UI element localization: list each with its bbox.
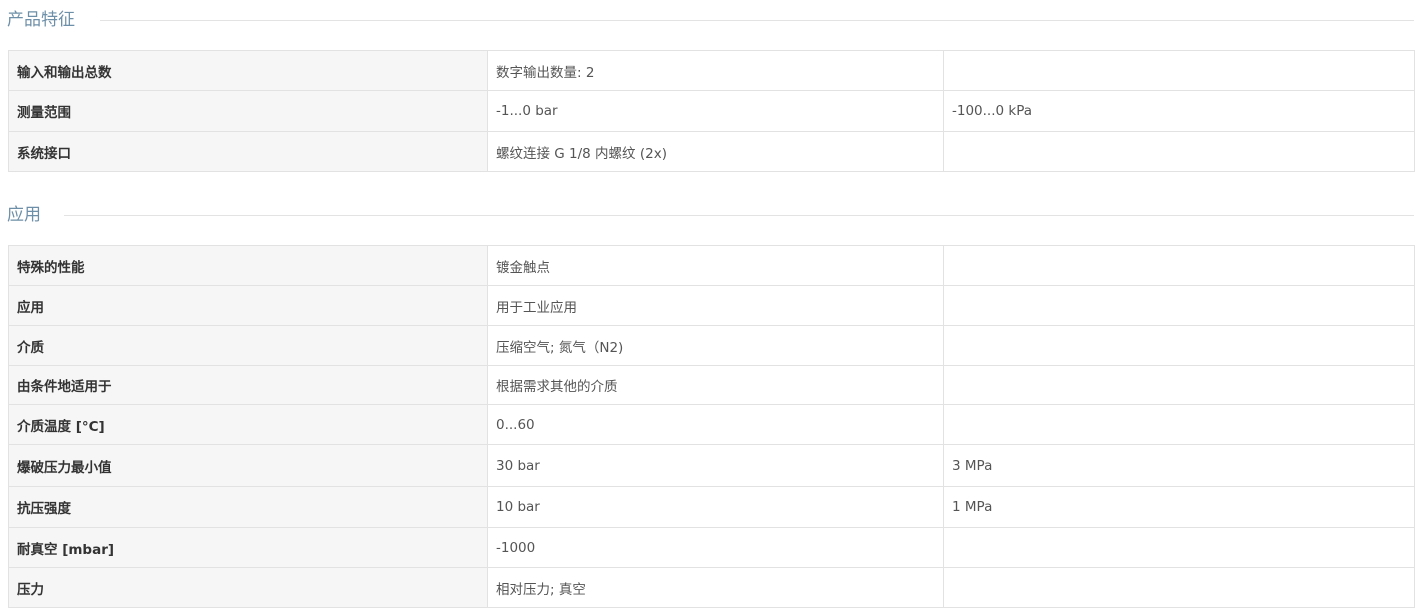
row-label: 压力	[8, 567, 488, 608]
table-row: 输入和输出总数 数字输出数量: 2	[8, 50, 1415, 91]
row-value: 10 bar	[487, 486, 944, 528]
row-label: 测量范围	[8, 90, 488, 132]
row-value-secondary	[943, 131, 1415, 172]
row-label: 耐真空 [mbar]	[8, 527, 488, 568]
spec-table-product-features: 输入和输出总数 数字输出数量: 2 测量范围 -1...0 bar -100..…	[8, 50, 1415, 172]
row-label: 系统接口	[8, 131, 488, 172]
table-row: 测量范围 -1...0 bar -100...0 kPa	[8, 90, 1415, 132]
row-value-secondary	[943, 365, 1415, 405]
table-row: 压力 相对压力; 真空	[8, 567, 1415, 608]
row-label: 特殊的性能	[8, 245, 488, 286]
row-value: 相对压力; 真空	[487, 567, 944, 608]
row-value-secondary	[943, 285, 1415, 326]
row-value: 30 bar	[487, 444, 944, 487]
table-row: 应用 用于工业应用	[8, 285, 1415, 326]
row-value: 根据需求其他的介质	[487, 365, 944, 405]
section-heading-product-features: 产品特征	[0, 6, 1420, 34]
row-value-secondary	[943, 325, 1415, 366]
row-value: 用于工业应用	[487, 285, 944, 326]
row-value: 压缩空气; 氮气（N2)	[487, 325, 944, 366]
row-value: 0...60	[487, 404, 944, 445]
row-value-secondary	[943, 50, 1415, 91]
row-label: 由条件地适用于	[8, 365, 488, 405]
row-label: 介质温度 [°C]	[8, 404, 488, 445]
table-row: 抗压强度 10 bar 1 MPa	[8, 486, 1415, 528]
row-value: 螺纹连接 G 1/8 内螺纹 (2x)	[487, 131, 944, 172]
row-label: 介质	[8, 325, 488, 366]
table-row: 特殊的性能 镀金触点	[8, 245, 1415, 286]
table-row: 耐真空 [mbar] -1000	[8, 527, 1415, 568]
row-label: 爆破压力最小值	[8, 444, 488, 487]
row-value: -1...0 bar	[487, 90, 944, 132]
row-value-secondary	[943, 245, 1415, 286]
section-heading-application: 应用	[0, 201, 1420, 229]
row-value-secondary: 1 MPa	[943, 486, 1415, 528]
section-divider	[64, 215, 1414, 216]
row-label: 应用	[8, 285, 488, 326]
row-label: 输入和输出总数	[8, 50, 488, 91]
row-value: -1000	[487, 527, 944, 568]
row-label: 抗压强度	[8, 486, 488, 528]
row-value-secondary	[943, 527, 1415, 568]
table-row: 介质 压缩空气; 氮气（N2)	[8, 325, 1415, 366]
section-title: 产品特征	[7, 6, 93, 34]
table-row: 爆破压力最小值 30 bar 3 MPa	[8, 444, 1415, 487]
table-row: 系统接口 螺纹连接 G 1/8 内螺纹 (2x)	[8, 131, 1415, 172]
table-row: 由条件地适用于 根据需求其他的介质	[8, 365, 1415, 405]
row-value-secondary	[943, 404, 1415, 445]
section-divider	[100, 20, 1414, 21]
row-value: 镀金触点	[487, 245, 944, 286]
spec-table-application: 特殊的性能 镀金触点 应用 用于工业应用 介质 压缩空气; 氮气（N2) 由条件…	[8, 245, 1415, 608]
table-row: 介质温度 [°C] 0...60	[8, 404, 1415, 445]
row-value: 数字输出数量: 2	[487, 50, 944, 91]
row-value-secondary: -100...0 kPa	[943, 90, 1415, 132]
row-value-secondary	[943, 567, 1415, 608]
row-value-secondary: 3 MPa	[943, 444, 1415, 487]
section-title: 应用	[7, 201, 59, 229]
